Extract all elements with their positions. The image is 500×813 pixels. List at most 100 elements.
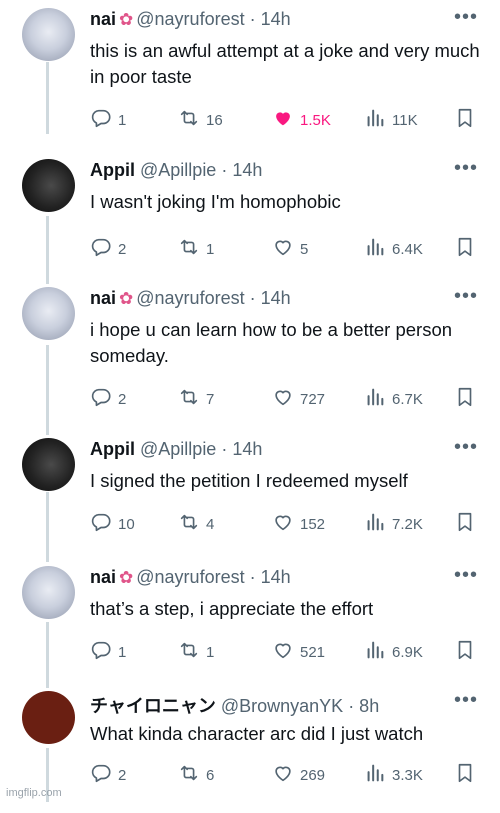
reply-count: 2 [118, 240, 127, 258]
hibiscus-emoji-icon: ✿ [119, 10, 134, 29]
heart-icon [272, 386, 294, 412]
retweet-icon [178, 762, 200, 788]
tweet-header: Appil @Apillpie · 14h [90, 439, 480, 460]
timestamp[interactable]: · 8h [348, 696, 379, 716]
reply-count: 2 [118, 766, 127, 784]
user-handle[interactable]: @nayruforest [136, 288, 244, 308]
avatar-nai[interactable] [22, 287, 75, 340]
bookmark-button[interactable] [454, 108, 476, 132]
reply-count: 10 [118, 515, 135, 533]
avatar-appil[interactable] [22, 438, 75, 491]
bookmark-icon [454, 107, 476, 133]
like-button[interactable]: 1.5K [272, 108, 331, 132]
timestamp[interactable]: · 14h [221, 160, 262, 180]
bookmark-button[interactable] [454, 237, 476, 261]
like-count: 727 [300, 390, 326, 408]
display-name[interactable]: nai [90, 567, 116, 587]
heart-icon [272, 639, 294, 665]
reply-button[interactable]: 10 [90, 512, 135, 536]
reply-button[interactable]: 2 [90, 387, 126, 411]
retweet-button[interactable]: 6 [178, 763, 214, 787]
display-name[interactable]: nai [90, 9, 116, 29]
bookmark-icon [454, 762, 476, 788]
avatar-brownyan[interactable] [22, 691, 75, 744]
tweet-text: that’s a step, i appreciate the effort [90, 598, 374, 619]
timestamp[interactable]: · 14h [250, 9, 291, 29]
retweet-button[interactable]: 16 [178, 108, 223, 132]
retweet-button[interactable]: 4 [178, 512, 214, 536]
timestamp[interactable]: · 14h [221, 439, 262, 459]
more-options-icon[interactable]: ••• [454, 285, 478, 308]
retweet-count: 1 [206, 643, 215, 661]
tweet[interactable]: Appil @Apillpie · 14h ••• I wasn't joking … [0, 153, 500, 281]
reply-icon [90, 762, 112, 788]
bookmark-button[interactable] [454, 763, 476, 787]
tweet-header: Appil @Apillpie · 14h [90, 160, 480, 181]
more-options-icon[interactable]: ••• [454, 564, 478, 587]
display-name[interactable]: チャイロニャン [90, 696, 216, 716]
reply-button[interactable]: 1 [90, 640, 126, 664]
retweet-count: 1 [206, 240, 215, 258]
tweet[interactable]: チャイロニャン @BrownyanYK · 8h ••• What kinda ch… [0, 685, 500, 813]
tweet[interactable]: nai ✿ @nayruforest · 14h ••• i hope u can le… [0, 281, 500, 409]
more-options-icon[interactable]: ••• [454, 689, 478, 712]
tweet-header: nai ✿ @nayruforest · 14h [90, 567, 480, 588]
display-name[interactable]: nai [90, 288, 116, 308]
view-count: 6.4K [392, 240, 423, 258]
heart-icon [272, 236, 294, 262]
reply-button[interactable]: 2 [90, 763, 126, 787]
views-button[interactable]: 3.3K [364, 763, 423, 787]
avatar-nai[interactable] [22, 566, 75, 619]
tweet[interactable]: nai ✿ @nayruforest · 14h ••• this is an awfu… [0, 2, 500, 130]
tweet-text: i hope u can learn how to be a better pe… [90, 319, 453, 366]
views-button[interactable]: 6.7K [364, 387, 423, 411]
tweet[interactable]: nai ✿ @nayruforest · 14h ••• that’s a step, … [0, 560, 500, 688]
views-button[interactable]: 7.2K [364, 512, 423, 536]
retweet-button[interactable]: 7 [178, 387, 214, 411]
user-handle[interactable]: @nayruforest [136, 9, 244, 29]
tweet-thread: nai ✿ @nayruforest · 14h ••• this is an awfu… [0, 0, 500, 802]
bookmark-button[interactable] [454, 640, 476, 664]
more-options-icon[interactable]: ••• [454, 436, 478, 459]
more-options-icon[interactable]: ••• [454, 157, 478, 180]
display-name[interactable]: Appil [90, 160, 135, 180]
view-count: 6.7K [392, 390, 423, 408]
user-handle[interactable]: @nayruforest [136, 567, 244, 587]
reply-button[interactable]: 2 [90, 237, 126, 261]
like-button[interactable]: 269 [272, 763, 325, 787]
like-count: 5 [300, 240, 309, 258]
retweet-button[interactable]: 1 [178, 237, 214, 261]
timestamp[interactable]: · 14h [250, 567, 291, 587]
analytics-icon [364, 386, 386, 412]
analytics-icon [364, 236, 386, 262]
avatar-appil[interactable] [22, 159, 75, 212]
view-count: 3.3K [392, 766, 423, 784]
like-button[interactable]: 521 [272, 640, 325, 664]
tweet-header: チャイロニャン @BrownyanYK · 8h [90, 692, 480, 718]
analytics-icon [364, 511, 386, 537]
heart-icon [272, 107, 294, 133]
tweet-text: this is an awful attempt at a joke and v… [90, 40, 480, 87]
avatar-nai[interactable] [22, 8, 75, 61]
tweet-actions: 1 16 1.5K 11K [90, 108, 480, 132]
views-button[interactable]: 11K [364, 108, 418, 132]
display-name[interactable]: Appil [90, 439, 135, 459]
retweet-button[interactable]: 1 [178, 640, 214, 664]
user-handle[interactable]: @Apillpie [140, 160, 216, 180]
reply-button[interactable]: 1 [90, 108, 126, 132]
timestamp[interactable]: · 14h [250, 288, 291, 308]
like-button[interactable]: 727 [272, 387, 325, 411]
more-options-icon[interactable]: ••• [454, 6, 478, 29]
like-button[interactable]: 152 [272, 512, 325, 536]
tweet[interactable]: Appil @Apillpie · 14h ••• I signed the pet… [0, 432, 500, 560]
views-button[interactable]: 6.4K [364, 237, 423, 261]
views-button[interactable]: 6.9K [364, 640, 423, 664]
reply-icon [90, 107, 112, 133]
bookmark-button[interactable] [454, 387, 476, 411]
retweet-count: 7 [206, 390, 215, 408]
user-handle[interactable]: @BrownyanYK [221, 696, 343, 716]
heart-icon [272, 762, 294, 788]
user-handle[interactable]: @Apillpie [140, 439, 216, 459]
like-button[interactable]: 5 [272, 237, 308, 261]
bookmark-button[interactable] [454, 512, 476, 536]
